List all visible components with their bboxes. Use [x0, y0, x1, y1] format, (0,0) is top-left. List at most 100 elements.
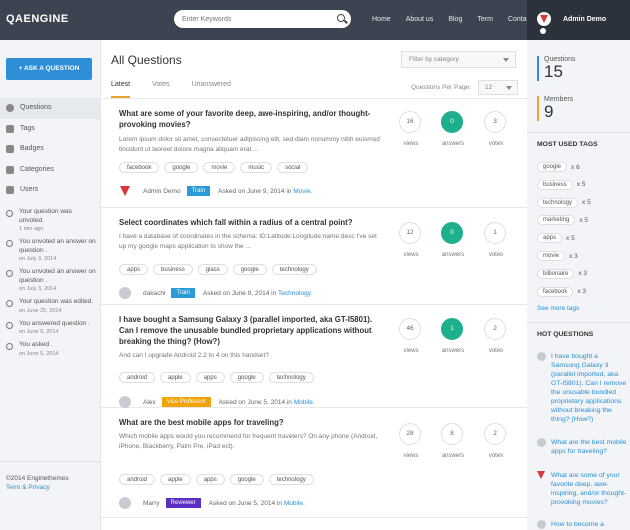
- search-input[interactable]: [182, 12, 332, 26]
- tag-chip[interactable]: android: [119, 372, 156, 383]
- sidebar-item-questions[interactable]: Questions: [0, 98, 101, 119]
- terms-link[interactable]: Term & Privacy: [6, 484, 50, 491]
- divider: [527, 322, 630, 323]
- answers-count[interactable]: 0: [441, 111, 463, 133]
- search-icon[interactable]: [337, 14, 345, 22]
- undo-icon: [6, 210, 13, 217]
- votes-label: votes: [488, 141, 504, 147]
- left-sidebar: + ASK A QUESTION Questions Tags Badges C…: [0, 40, 101, 530]
- answers-count[interactable]: 8: [441, 423, 463, 445]
- question-title[interactable]: What are the best mobile apps for travel…: [119, 417, 384, 428]
- avatar[interactable]: [119, 185, 131, 197]
- tag-chip[interactable]: movie: [203, 162, 236, 173]
- tag-chip[interactable]: google: [229, 474, 264, 485]
- author-name[interactable]: dakachi: [143, 290, 165, 297]
- nav-home[interactable]: Home: [363, 0, 397, 40]
- tag-chip[interactable]: technology: [537, 197, 579, 208]
- category-link[interactable]: Mobile.: [284, 500, 305, 507]
- question-item: I have bought a Samsung Galaxy 3 (parall…: [101, 305, 527, 408]
- author-name[interactable]: Alex: [143, 399, 156, 406]
- category-filter-select[interactable]: Filter by category: [401, 51, 516, 68]
- tag-chip[interactable]: apps: [195, 372, 225, 383]
- site-logo[interactable]: QAENGINE: [6, 13, 69, 25]
- user-badge: Vice Professor: [161, 397, 211, 407]
- top-nav: Home About us Blog Term Contact: [363, 0, 538, 40]
- hot-question-link[interactable]: I have bought a Samsung Galaxy 3 (parall…: [551, 352, 627, 424]
- tag-chip[interactable]: google: [232, 264, 267, 275]
- see-more-tags-link[interactable]: See more tags: [537, 305, 579, 312]
- question-title[interactable]: What are some of your favorite deep, awe…: [119, 108, 384, 130]
- author-name[interactable]: Admin Demo: [143, 188, 181, 195]
- question-title[interactable]: I have bought a Samsung Galaxy 3 (parall…: [119, 314, 384, 347]
- avatar[interactable]: [119, 396, 131, 408]
- question-title[interactable]: Select coordinates which fall within a r…: [119, 217, 384, 228]
- sidebar-item-users[interactable]: Users: [0, 180, 101, 201]
- tag-chip[interactable]: google: [229, 372, 264, 383]
- tag-count: x 6: [571, 163, 580, 171]
- tag-chip[interactable]: technology: [268, 372, 314, 383]
- nav-about[interactable]: About us: [397, 0, 440, 40]
- tag-chip[interactable]: apple: [160, 372, 191, 383]
- tag-count: x 5: [576, 181, 586, 189]
- activity-item: Your question was edited. on June 25, 201…: [0, 298, 101, 316]
- views-count: 28: [399, 423, 421, 445]
- category-link[interactable]: Movie.: [293, 188, 312, 195]
- author-name[interactable]: Marry: [143, 500, 160, 507]
- tag-chip[interactable]: music: [240, 162, 273, 173]
- tag-chip[interactable]: facebook: [537, 286, 574, 297]
- ask-question-button[interactable]: + ASK A QUESTION: [6, 58, 92, 80]
- category-link[interactable]: Technology.: [278, 290, 312, 297]
- chevron-down-icon[interactable]: [540, 28, 546, 34]
- tag-chip[interactable]: billionaire: [537, 268, 575, 279]
- tag-chip[interactable]: technology: [268, 474, 314, 485]
- tag-chip[interactable]: business: [153, 264, 193, 275]
- sidebar-item-badges[interactable]: Badges: [0, 139, 101, 160]
- tag-chip[interactable]: apple: [160, 474, 191, 485]
- user-avatar[interactable]: [537, 12, 551, 26]
- tag-chip[interactable]: business: [537, 179, 573, 190]
- tag-chip[interactable]: google: [164, 162, 199, 173]
- tab-latest[interactable]: Latest: [111, 81, 131, 98]
- answers-count[interactable]: 1: [441, 318, 463, 340]
- asked-date: Asked on June 9, 2014 in: [202, 289, 277, 297]
- tag-chip[interactable]: social: [277, 162, 309, 173]
- user-menu[interactable]: Admin Demo: [527, 0, 630, 40]
- tag-chip[interactable]: marketing: [537, 215, 576, 226]
- question-tags: android apple apps google technology: [119, 372, 319, 383]
- tag-chip[interactable]: facebook: [119, 162, 160, 173]
- views-label: views: [403, 453, 419, 459]
- activity-item: You answered question . on June 9, 2014: [0, 320, 101, 338]
- nav-blog[interactable]: Blog: [439, 0, 468, 40]
- tag-chip[interactable]: apps: [537, 233, 563, 244]
- question-meta: Alex Vice Professor Asked on June 5, 2014 …: [119, 396, 315, 408]
- avatar[interactable]: [119, 287, 131, 299]
- avatar[interactable]: [119, 497, 131, 509]
- avatar: [537, 471, 546, 480]
- search-box[interactable]: [174, 10, 351, 28]
- tag-chip[interactable]: apps: [119, 264, 149, 275]
- hot-question-link[interactable]: What are the best mobile apps for travel…: [551, 438, 627, 456]
- sidebar-item-categories[interactable]: Categories: [0, 160, 101, 181]
- tab-votes[interactable]: Votes: [152, 81, 170, 98]
- hot-questions-title: HOT QUESTIONS: [537, 331, 594, 338]
- sidebar-item-tags[interactable]: Tags: [0, 119, 101, 140]
- avatar: [537, 438, 546, 447]
- nav-term[interactable]: Term: [468, 0, 499, 40]
- tag-chip[interactable]: apps: [195, 474, 225, 485]
- tag-chip[interactable]: glass: [197, 264, 228, 275]
- chevron-down-icon: [503, 58, 509, 62]
- tag-chip[interactable]: movie: [537, 251, 566, 261]
- user-name[interactable]: Admin Demo: [563, 16, 606, 23]
- tab-unanswered[interactable]: Unanswered: [192, 81, 231, 98]
- questions-stat: Questions 15: [537, 56, 627, 81]
- question-excerpt: I have a database of coordinates in the …: [119, 233, 377, 250]
- tag-chip[interactable]: technology: [271, 264, 317, 275]
- tag-chip[interactable]: android: [119, 474, 156, 485]
- question-circle-icon: [6, 104, 14, 113]
- questions-per-page-select[interactable]: 12: [478, 80, 518, 95]
- tag-chip[interactable]: google: [537, 162, 568, 172]
- hot-question-link[interactable]: How to become a: [551, 520, 627, 529]
- category-link[interactable]: Mobile.: [294, 399, 315, 406]
- hot-question-link[interactable]: What are some of your favorite deep, awe…: [551, 471, 627, 507]
- answers-count[interactable]: 0: [441, 222, 463, 244]
